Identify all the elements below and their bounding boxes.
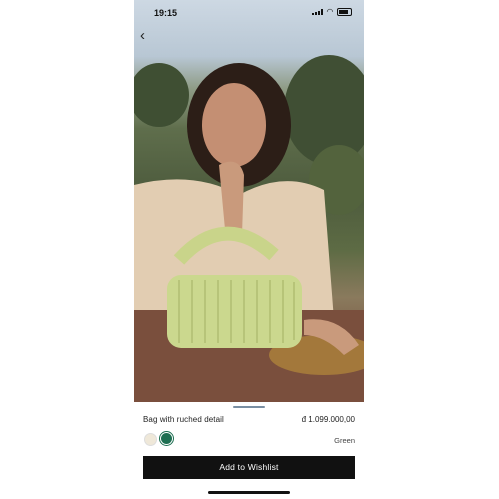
tree [134, 63, 189, 127]
sheet-handle[interactable] [233, 406, 265, 408]
product-info-panel: Bag with ruched detail đ 1.099.000,00 Gr… [134, 402, 364, 499]
product-image[interactable]: 19:15 ◠ ‹ [134, 0, 364, 402]
battery-icon [337, 8, 352, 16]
product-price: đ 1.099.000,00 [301, 415, 355, 424]
add-to-wishlist-button[interactable]: Add to Wishlist [143, 456, 355, 479]
wifi-icon: ◠ [326, 7, 333, 16]
status-bar: 19:15 ◠ [134, 0, 364, 26]
home-indicator [208, 491, 290, 494]
selected-color-label: Green [334, 436, 355, 445]
status-icons: ◠ [311, 7, 352, 16]
product-name: Bag with ruched detail [143, 415, 224, 424]
face [202, 83, 266, 167]
color-swatch-green[interactable] [161, 433, 172, 444]
phone-screen: 19:15 ◠ ‹ Bag with ruched detail đ 1.099… [134, 0, 364, 499]
color-swatch-cream[interactable] [144, 433, 157, 446]
status-time: 19:15 [154, 8, 178, 18]
back-icon[interactable]: ‹ [140, 28, 156, 44]
product-photo [134, 55, 364, 402]
bag [167, 275, 302, 348]
signal-icon [311, 9, 323, 15]
